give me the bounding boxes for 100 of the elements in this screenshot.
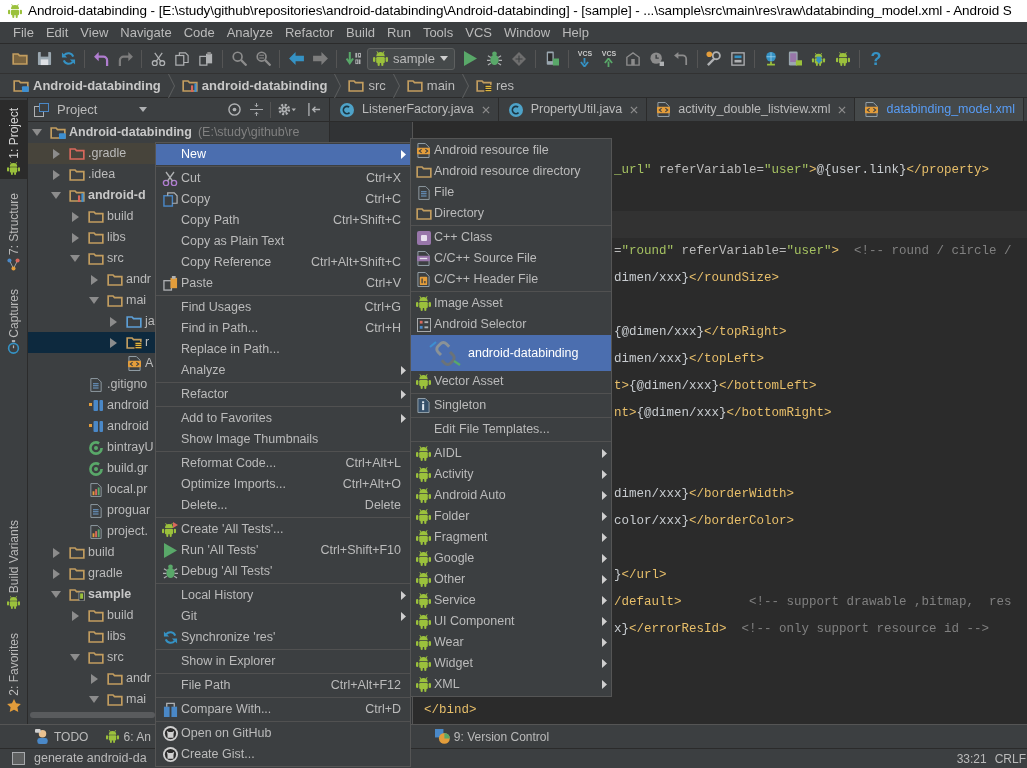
close-icon[interactable] <box>481 105 490 114</box>
menu-item[interactable]: Add to Favorites <box>156 408 410 429</box>
tree-item[interactable]: ja <box>28 311 159 332</box>
menu-item[interactable]: Git <box>156 606 410 627</box>
bug-icon[interactable] <box>487 51 503 66</box>
build-icon[interactable] <box>345 52 361 65</box>
hide-panel-icon[interactable] <box>308 103 321 116</box>
menu-item[interactable]: Copy as Plain Text <box>156 231 410 252</box>
list-box-icon[interactable] <box>730 51 745 66</box>
menu-item[interactable]: Google <box>411 548 611 569</box>
tree-item[interactable]: android-d <box>28 185 155 206</box>
breadcrumb[interactable]: res <box>469 73 522 98</box>
caret-down-icon[interactable] <box>70 654 80 661</box>
menu-item[interactable]: File <box>411 182 611 203</box>
house-icon[interactable] <box>625 51 640 66</box>
search-icon[interactable] <box>231 51 247 66</box>
tree-item[interactable]: src <box>28 248 155 269</box>
menu-bar-item[interactable]: Tools <box>416 22 460 43</box>
tool-window-tab[interactable]: Captures <box>0 280 27 359</box>
redo-icon[interactable] <box>117 51 133 66</box>
tree-item[interactable]: A <box>28 353 158 374</box>
menu-item[interactable]: XML <box>411 674 611 695</box>
menu-item[interactable]: Optimize Imports... Ctrl+Alt+O <box>156 474 410 495</box>
tree-item[interactable]: Android-databinding (E:\study\github\re <box>28 122 304 143</box>
tree-item[interactable]: proguar <box>28 500 155 521</box>
phone-icon[interactable] <box>544 51 559 66</box>
gear-icon[interactable] <box>278 103 296 116</box>
menu-item[interactable]: Copy Reference Ctrl+Alt+Shift+C <box>156 252 410 273</box>
globe-icon[interactable] <box>763 51 778 66</box>
view-selector-dropdown[interactable]: Project <box>34 98 151 121</box>
caret-right-icon[interactable] <box>90 673 98 684</box>
tool-window-button[interactable]: TODO <box>35 725 89 748</box>
panel-toggle-icon[interactable] <box>12 752 25 765</box>
menu-item[interactable]: Find in Path... Ctrl+H <box>156 318 410 339</box>
menu-item[interactable]: AIDL <box>411 443 611 464</box>
menu-item[interactable]: Delete... Delete <box>156 495 410 516</box>
menu-bar-item[interactable]: Edit <box>39 22 75 43</box>
menu-bar-item[interactable]: View <box>74 22 115 43</box>
crosshair-icon[interactable] <box>228 103 241 116</box>
line-separator[interactable]: CRLF <box>994 749 1026 768</box>
menu-item[interactable]: Paste Ctrl+V <box>156 273 410 294</box>
caret-down-icon[interactable] <box>32 129 42 136</box>
back-arrow-icon[interactable] <box>288 52 304 65</box>
caret-right-icon[interactable] <box>52 148 60 159</box>
menu-item[interactable]: Compare With... Ctrl+D <box>156 699 410 720</box>
breadcrumb[interactable]: main <box>399 73 462 98</box>
menu-item[interactable]: Refactor <box>156 384 410 405</box>
caret-position[interactable]: 33:21 <box>956 749 987 768</box>
tree-item[interactable]: .gitigno <box>28 374 155 395</box>
breadcrumb[interactable]: android-databinding <box>174 73 335 98</box>
menu-item[interactable]: android-databinding <box>411 335 611 371</box>
menu-item[interactable]: Find Usages Ctrl+G <box>156 297 410 318</box>
diamond-icon[interactable] <box>511 51 526 66</box>
menu-item[interactable]: Image Asset <box>411 293 611 314</box>
caret-down-icon[interactable] <box>51 192 61 199</box>
tree-item[interactable]: r <box>28 332 155 353</box>
menu-item[interactable]: UI Component <box>411 611 611 632</box>
menu-bar-item[interactable]: Build <box>340 22 381 43</box>
tree-item[interactable]: .gradle <box>28 143 155 164</box>
close-icon[interactable] <box>838 105 847 114</box>
menu-bar-item[interactable]: Help <box>556 22 595 43</box>
menu-item[interactable]: Widget <box>411 653 611 674</box>
menu-item[interactable]: Edit File Templates... <box>411 419 611 440</box>
menu-item[interactable]: Directory <box>411 203 611 224</box>
menu-item[interactable]: New <box>156 144 410 165</box>
tree-item[interactable]: bintrayU <box>28 437 158 458</box>
tree-item[interactable]: mai <box>28 290 155 311</box>
menu-item[interactable]: Replace in Path... <box>156 339 410 360</box>
phone-icon[interactable] <box>787 51 802 66</box>
menu-bar-item[interactable]: Code <box>177 22 221 43</box>
close-icon[interactable] <box>630 105 639 114</box>
android-icon[interactable] <box>835 51 850 66</box>
menu-bar-item[interactable]: VCS <box>459 22 498 43</box>
tree-item[interactable]: project. <box>28 521 155 542</box>
tree-item[interactable]: build <box>28 206 155 227</box>
tree-item[interactable]: andr <box>28 668 156 689</box>
caret-down-icon[interactable] <box>70 255 80 262</box>
caret-right-icon[interactable] <box>52 169 60 180</box>
paste-icon[interactable] <box>199 51 213 66</box>
wrench-icon[interactable] <box>706 51 722 66</box>
tree-item[interactable]: gradle <box>28 563 155 584</box>
menu-item[interactable]: Android Selector <box>411 314 611 335</box>
tree-item[interactable]: libs <box>28 227 155 248</box>
android-sync-icon[interactable] <box>811 51 827 66</box>
menu-item[interactable]: Reformat Code... Ctrl+Alt+L <box>156 453 410 474</box>
menu-item[interactable]: Open on GitHub <box>156 723 410 744</box>
revert-icon[interactable] <box>673 52 688 65</box>
menu-item[interactable]: Activity <box>411 464 611 485</box>
caret-right-icon[interactable] <box>52 547 60 558</box>
scissors-icon[interactable] <box>150 51 166 66</box>
tree-item[interactable]: mai <box>28 689 155 710</box>
menu-item[interactable]: Android Auto <box>411 485 611 506</box>
tree-item[interactable]: build.gr <box>28 458 155 479</box>
tool-window-button[interactable]: 6: An <box>106 725 151 748</box>
run-configuration-dropdown[interactable]: sample <box>367 47 455 70</box>
caret-right-icon[interactable] <box>71 610 79 621</box>
tree-item[interactable]: .idea <box>28 164 155 185</box>
tree-item[interactable]: build <box>28 605 155 626</box>
collapse-icon[interactable] <box>250 103 263 116</box>
breadcrumb[interactable]: Android-databinding <box>6 73 168 98</box>
